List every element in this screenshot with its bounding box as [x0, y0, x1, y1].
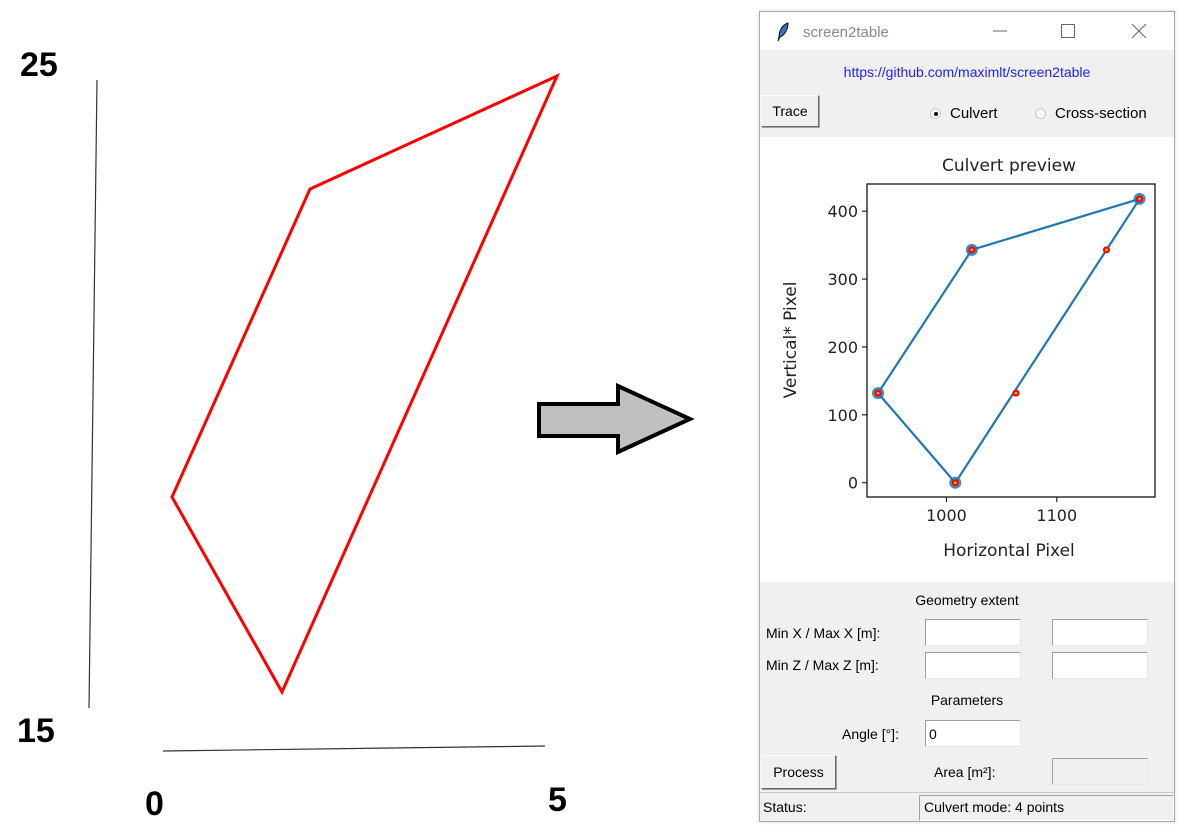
screen2table-window: screen2table https://github.com/maximlt/…	[759, 11, 1175, 822]
plot-vertex-point-center	[953, 481, 957, 485]
close-icon	[1132, 24, 1146, 38]
title-bar[interactable]: screen2table	[760, 12, 1174, 50]
area-output	[1052, 758, 1148, 785]
radio-cross-section-label: Cross-section	[1055, 105, 1147, 122]
radio-culvert-indicator[interactable]	[930, 108, 941, 119]
plot-y-tick-label: 300	[827, 270, 858, 289]
arrow-icon	[537, 382, 695, 456]
sketch-x-label-left: 0	[145, 785, 164, 823]
status-value: Culvert mode: 4 points	[919, 795, 1174, 821]
plot-x-tick-label: 1100	[1036, 506, 1077, 525]
sketch-x-label-right: 5	[548, 781, 567, 819]
plot-vertex-point-center	[876, 391, 880, 395]
min-max-z-label: Min Z / Max Z [m]:	[766, 657, 879, 673]
plot-vertex-point-center	[1138, 197, 1141, 201]
radio-culvert[interactable]: Culvert	[930, 105, 998, 122]
plot-y-tick-label: 400	[827, 202, 858, 221]
sketch-y-label-bottom: 15	[17, 712, 55, 750]
min-z-input[interactable]	[925, 652, 1021, 679]
area-label: Area [m²]:	[934, 764, 996, 780]
maximize-button[interactable]	[1045, 12, 1091, 50]
minimize-icon	[993, 30, 1007, 32]
status-bar: Status: Culvert mode: 4 points	[760, 792, 1174, 822]
minimize-button[interactable]	[977, 12, 1023, 50]
plot-y-tick-label: 0	[848, 474, 858, 493]
plot-vertex-point-center	[970, 248, 974, 252]
plot-outline-line	[876, 197, 1141, 484]
plot-x-label: Horizontal Pixel	[943, 541, 1075, 561]
plot-axes-frame	[866, 183, 1156, 498]
process-button[interactable]: Process	[761, 755, 836, 789]
plot-title: Culvert preview	[942, 156, 1076, 176]
feather-icon	[777, 22, 789, 42]
plot-y-label: Vertical* Pixel	[781, 282, 801, 399]
sketch-y-axis-line	[88, 79, 98, 709]
window-title: screen2table	[803, 24, 889, 41]
plot-interpolated-point-center	[1105, 248, 1108, 252]
radio-cross-section[interactable]: Cross-section	[1035, 105, 1147, 122]
trace-button[interactable]: Trace	[761, 95, 819, 127]
sketch-drawing	[88, 72, 695, 752]
plot-y-tick-label: 200	[827, 338, 858, 357]
sketch-y-label-top: 25	[20, 46, 58, 84]
maximize-icon	[1061, 24, 1075, 38]
min-max-x-label: Min X / Max X [m]:	[766, 625, 881, 641]
max-x-input[interactable]	[1052, 619, 1148, 646]
radio-culvert-label: Culvert	[950, 105, 998, 122]
plot-y-tick-label: 100	[827, 406, 858, 425]
max-z-input[interactable]	[1052, 652, 1148, 679]
sketch-culvert-outline	[170, 72, 560, 696]
min-x-input[interactable]	[925, 619, 1021, 646]
culvert-preview-plot: Culvert preview 1000 1100 0 100 200 300 400 Ho…	[760, 137, 1174, 582]
parameters-heading: Parameters	[930, 692, 1004, 708]
status-label: Status:	[763, 799, 807, 815]
sketch-x-axis-line	[162, 745, 546, 752]
plot-x-tick-label: 1000	[926, 506, 967, 525]
plot-svg: Culvert preview 1000 1100 0 100 200 300 400 Ho…	[781, 156, 1156, 561]
plot-interpolated-point-center	[1014, 391, 1018, 395]
radio-cross-section-indicator[interactable]	[1035, 108, 1046, 119]
github-link[interactable]: https://github.com/maximlt/screen2table	[760, 64, 1174, 80]
geometry-extent-heading: Geometry extent	[915, 592, 1019, 608]
angle-input[interactable]	[925, 720, 1021, 747]
angle-label: Angle [°]:	[842, 726, 899, 742]
close-button[interactable]	[1116, 12, 1162, 50]
